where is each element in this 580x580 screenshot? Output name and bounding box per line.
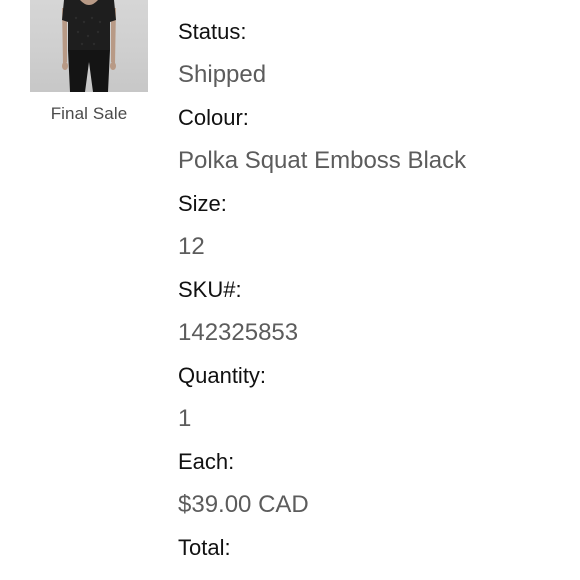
order-item-detail: Final Sale Status: Shipped Colour: Polka… bbox=[0, 0, 580, 580]
status-value: Shipped bbox=[178, 61, 267, 88]
sku-value: 142325853 bbox=[178, 319, 299, 346]
each-label: Each: bbox=[178, 449, 235, 474]
product-photo-icon bbox=[62, 0, 116, 92]
size-value: 12 bbox=[178, 233, 205, 260]
total-label: Total: bbox=[178, 535, 231, 560]
item-details: Status: Shipped Colour: Polka Squat Embo… bbox=[178, 17, 568, 576]
sku-label: SKU#: bbox=[178, 277, 242, 302]
colour-value: Polka Squat Emboss Black bbox=[178, 147, 467, 174]
product-thumbnail[interactable] bbox=[30, 0, 148, 92]
colour-label: Colour: bbox=[178, 105, 249, 130]
quantity-label: Quantity: bbox=[178, 363, 267, 388]
each-price-value: $39.00 CAD bbox=[178, 491, 309, 518]
final-sale-badge: Final Sale bbox=[50, 104, 128, 123]
size-label: Size: bbox=[178, 191, 227, 216]
quantity-value: 1 bbox=[178, 405, 192, 432]
status-label: Status: bbox=[178, 19, 247, 44]
